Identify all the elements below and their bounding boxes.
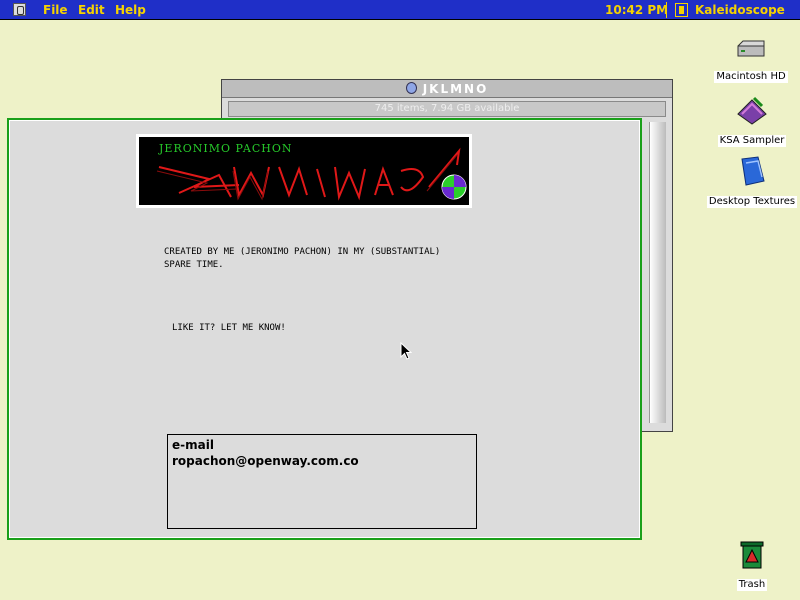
contact-box: e-mail ropachon@openway.com.co — [167, 434, 477, 529]
apple-menu-icon[interactable] — [13, 3, 26, 16]
ksa-sampler-icon — [737, 96, 767, 125]
about-window[interactable]: JERONIMO PACHON CREATED BY ME (JERONIMO … — [7, 118, 642, 540]
disk-icon — [405, 82, 417, 94]
hard-drive-icon — [737, 40, 765, 57]
menubar-divider — [666, 2, 667, 18]
desktop-icon-desktop-textures[interactable]: Desktop Textures — [702, 155, 800, 208]
desktop-icon-label: Desktop Textures — [706, 196, 798, 208]
menu-bar: File Edit Help 10:42 PM Kaleidoscope — [0, 0, 800, 20]
contact-email[interactable]: ropachon@openway.com.co — [168, 453, 476, 469]
desktop-icon-label: Trash — [736, 579, 768, 591]
finder-window-title-bar[interactable]: JKLMNO — [222, 80, 672, 98]
finder-info-bar: 745 items, 7.94 GB available — [228, 101, 666, 117]
menu-edit[interactable]: Edit — [78, 2, 105, 18]
desktop-icon-label: KSA Sampler — [717, 135, 787, 147]
finder-scrollbar[interactable] — [649, 122, 666, 423]
trash-icon — [740, 541, 764, 569]
banner-logo — [156, 147, 467, 201]
desktop-icon-ksa-sampler[interactable]: KSA Sampler — [702, 96, 800, 147]
menu-file[interactable]: File — [43, 2, 68, 18]
desktop-icon-label: Macintosh HD — [714, 71, 788, 83]
folder-icon — [741, 156, 765, 186]
desktop-icon-trash[interactable]: Trash — [702, 540, 800, 591]
mouse-cursor-icon — [400, 342, 412, 360]
finder-window-title: JKLMNO — [422, 82, 489, 96]
feedback-prompt: LIKE IT? LET ME KNOW! — [172, 323, 286, 333]
about-description: CREATED BY ME (JERONIMO PACHON) IN MY (S… — [164, 247, 441, 270]
menubar-clock[interactable]: 10:42 PM — [605, 2, 668, 18]
desktop-icon-macintosh-hd[interactable]: Macintosh HD — [701, 40, 800, 83]
menu-help[interactable]: Help — [115, 2, 146, 18]
application-menu-label[interactable]: Kaleidoscope — [695, 2, 785, 18]
banner-image: JERONIMO PACHON — [136, 134, 472, 208]
application-menu-icon[interactable] — [675, 3, 688, 17]
contact-label: e-mail — [172, 438, 214, 452]
